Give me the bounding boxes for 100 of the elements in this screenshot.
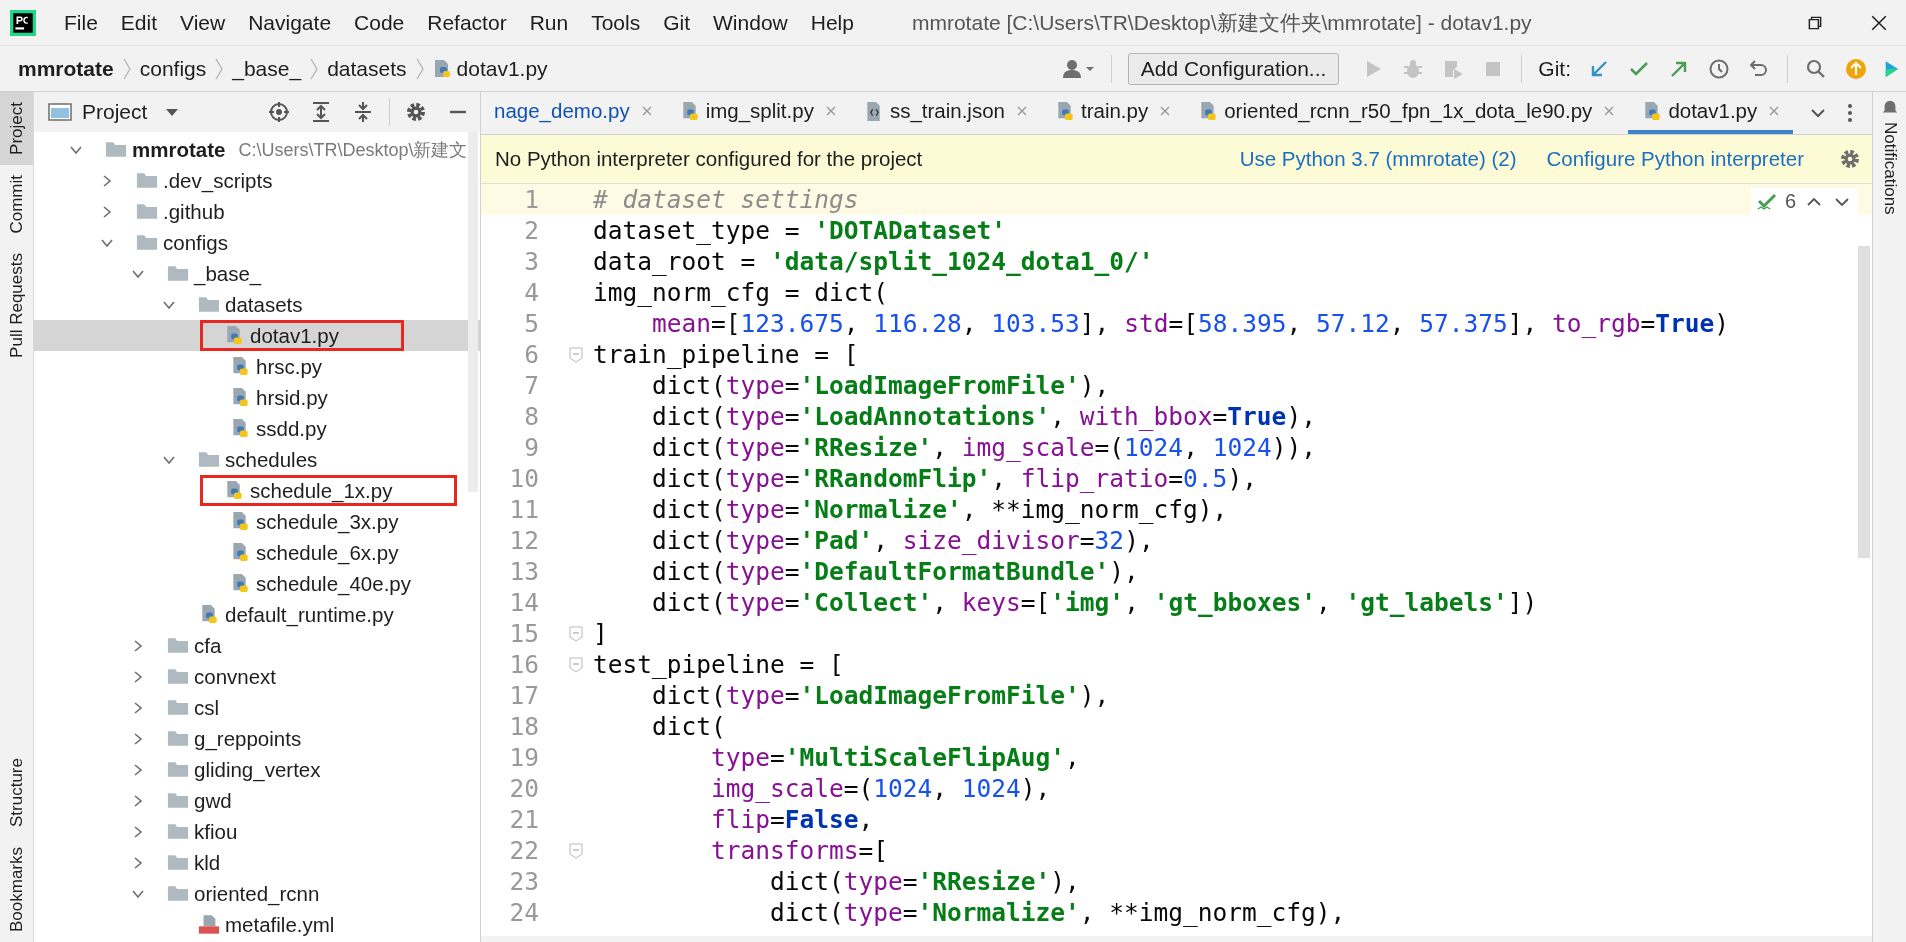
tree-item[interactable]: metafile.yml [34, 909, 480, 940]
tree-item-label: kfiou [194, 819, 238, 844]
panel-title[interactable]: Project [82, 100, 148, 124]
breadcrumb-item[interactable]: datasets [327, 56, 407, 81]
tree-item[interactable]: schedule_6x.py [34, 537, 480, 568]
folder-icon [167, 666, 189, 687]
add-configuration-button[interactable]: Add Configuration... [1127, 52, 1340, 85]
tree-item-label: schedule_40e.py [256, 571, 411, 596]
tree-item[interactable]: kfiou [34, 816, 480, 847]
window-title: mmrotate [C:\Users\TR\Desktop\新建文件夹\mmrotate] - dotav1.py [911, 9, 1532, 36]
tree-item-label: configs [163, 230, 228, 255]
code-line: transforms=[ [710, 836, 889, 865]
caret-icon[interactable] [165, 107, 180, 117]
scrollbar-thumb[interactable] [468, 132, 478, 492]
folder-icon [167, 790, 189, 811]
tree-item[interactable]: schedule_3x.py [34, 506, 480, 537]
tree-item-label: metafile.yml [225, 912, 335, 937]
tree-item[interactable]: hrsc.py [34, 351, 480, 382]
folder-icon [167, 263, 189, 284]
fold-marker-icon[interactable] [569, 842, 583, 859]
tool-window-tab[interactable]: Project [0, 92, 33, 165]
tree-item[interactable]: schedule_1x.py [34, 475, 480, 506]
breadcrumb-item[interactable]: configs [139, 56, 207, 81]
tool-window-tab[interactable]: Commit [0, 164, 33, 244]
tree-item[interactable]: .github [34, 196, 480, 227]
folder-icon [167, 697, 189, 718]
menu-item[interactable]: Refactor [427, 10, 507, 35]
menu-item[interactable]: Code [354, 10, 405, 35]
code-line: train_pipeline = [ [593, 340, 859, 369]
scrollbar-thumb[interactable] [1858, 246, 1870, 558]
folder-icon [167, 635, 189, 656]
tree-item-label: ssdd.py [256, 416, 327, 441]
tree-item-label: schedule_1x.py [250, 478, 393, 503]
code-line: ] [593, 619, 608, 648]
code-line: data_root = 'data/split_1024_dota1_0/' [593, 247, 1154, 276]
tree-item[interactable]: ssdd.py [34, 413, 480, 444]
breadcrumb-item[interactable]: _base_ [232, 56, 302, 81]
tree-item-label: csl [194, 695, 220, 720]
tree-item-label: datasets [225, 292, 303, 317]
menu-item[interactable]: View [180, 10, 226, 35]
menu-item[interactable]: Run [529, 10, 569, 35]
menu-item[interactable]: Git [663, 10, 691, 35]
line-number: 17 [508, 681, 540, 710]
code-line: dict(type='RRandomFlip', flip_ratio=0.5), [651, 464, 1257, 493]
tree-item[interactable]: mmrotate C:\Users\TR\Desktop\新建文 [34, 134, 480, 165]
tree-item[interactable]: default_runtime.py [34, 599, 480, 630]
tree-item[interactable]: _base_ [34, 258, 480, 289]
code-line: dict(type='LoadImageFromFile'), [651, 371, 1110, 400]
fold-marker-icon[interactable] [569, 625, 583, 642]
menu-item[interactable]: Help [810, 10, 854, 35]
tree-item[interactable]: schedule_40e.py [34, 568, 480, 599]
tree-item[interactable]: schedules [34, 444, 480, 475]
line-number: 8 [523, 402, 540, 431]
tree-item[interactable]: g_reppoints [34, 723, 480, 754]
tree-item[interactable]: oriented_rcnn [34, 878, 480, 909]
breadcrumb-item[interactable]: dotav1.py [456, 56, 548, 81]
settings-icon[interactable] [404, 100, 428, 124]
tree-item-label: oriented_rcnn [194, 881, 320, 906]
line-number: 16 [508, 650, 540, 679]
close-icon[interactable] [1870, 13, 1888, 32]
inspection-count: 6 [1784, 190, 1796, 213]
tree-item[interactable]: cfa [34, 630, 480, 661]
menu-item[interactable]: Navigate [248, 10, 332, 35]
tree-item[interactable]: configs [34, 227, 480, 258]
banner-link[interactable]: Use Python 3.7 (mmrotate) (2) [1239, 147, 1517, 171]
tree-item[interactable]: dotav1.py [34, 320, 480, 351]
banner-link[interactable]: Configure Python interpreter [1546, 147, 1804, 171]
tool-window-tab[interactable]: Pull Requests [0, 243, 33, 369]
tool-window-tab[interactable]: Structure [0, 748, 33, 837]
breadcrumb-item[interactable]: mmrotate [18, 56, 114, 81]
tree-item[interactable]: csl [34, 692, 480, 723]
tool-window-tab[interactable]: Bookmarks [0, 836, 33, 942]
tree-item[interactable]: .dev_scripts [34, 165, 480, 196]
code-line: dict(type='Normalize', **img_norm_cfg), [769, 898, 1346, 927]
code-line: flip=False, [710, 805, 874, 834]
tree-item-label: gliding_vertex [194, 757, 321, 782]
inspection-widget[interactable]: 6 [1750, 188, 1858, 215]
locate-icon[interactable] [267, 100, 291, 124]
editor-tab[interactable]: nage_demo.py [481, 92, 666, 134]
menu-item[interactable]: File [64, 10, 98, 35]
menu-item[interactable]: Window [713, 10, 788, 35]
tree-item[interactable]: gwd [34, 785, 480, 816]
tree-item[interactable]: gliding_vertex [34, 754, 480, 785]
editor-tab[interactable]: oriented_rcnn_r50_fpn_1x_dota_le90.py [1184, 92, 1629, 134]
editor-tab[interactable]: train.py [1041, 92, 1185, 134]
tree-item-label: mmrotate [132, 137, 226, 162]
tree-item[interactable]: kld [34, 847, 480, 878]
tree-item[interactable]: datasets [34, 289, 480, 320]
menu-item[interactable]: Tools [591, 10, 641, 35]
tree-item[interactable]: convnext [34, 661, 480, 692]
tree-item[interactable]: hrsid.py [34, 382, 480, 413]
settings-icon[interactable] [1838, 147, 1862, 171]
code-line: dict( [651, 712, 726, 741]
tool-window-tab[interactable]: Notifications [1879, 116, 1900, 226]
editor-tab[interactable]: img_split.py [665, 92, 850, 134]
editor-tab[interactable]: ss_train.json [849, 92, 1041, 134]
fold-marker-icon[interactable] [569, 656, 583, 673]
menu-item[interactable]: Edit [120, 10, 158, 35]
fold-marker-icon[interactable] [569, 346, 583, 363]
check-icon [1756, 191, 1777, 212]
